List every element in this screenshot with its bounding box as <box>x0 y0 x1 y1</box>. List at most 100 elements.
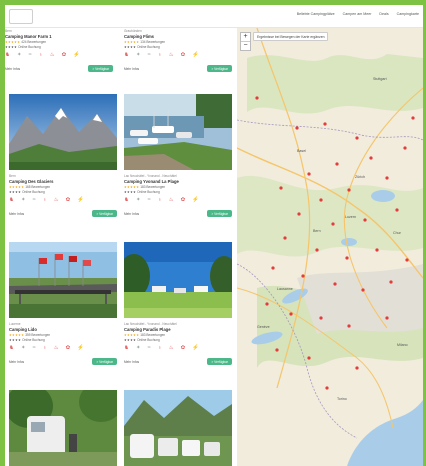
campsite-photo[interactable] <box>9 94 117 170</box>
pet-icon: ♞ <box>9 345 14 351</box>
electric-icon: ⚡ <box>192 52 200 58</box>
booking-label: Online Buchung <box>137 190 160 194</box>
restaurant-icon: ♨ <box>168 197 174 203</box>
pool-icon: ≈ <box>147 197 151 203</box>
more-info-link[interactable]: Mehr Infos <box>9 212 24 216</box>
rating-count: 165 Bewertungen <box>25 185 51 189</box>
campsite-map[interactable]: Stuttgart Zürich Basel Bern Lausanne Gen… <box>237 28 423 466</box>
booking-stars-icon: ★★★★ <box>5 45 18 49</box>
city-label-basel: Basel <box>297 149 306 153</box>
rating-count: 359 Bewertungen <box>25 333 51 337</box>
more-info-link[interactable]: Mehr Infos <box>124 212 139 216</box>
electric-icon: ⚡ <box>73 52 81 58</box>
electric-icon: ⚡ <box>77 197 85 203</box>
availability-button[interactable]: > Verfügbar <box>92 358 117 365</box>
nav-item-deals[interactable]: Deals <box>379 12 388 16</box>
nav-item-popular[interactable]: Beliebte Campingplätze <box>297 12 335 16</box>
shop-icon: ♁ <box>42 345 47 351</box>
campsite-card[interactable] <box>9 390 117 466</box>
campsite-card[interactable]: Lucerne Camping Lido ★★★★★ 359 Bewertung… <box>9 242 117 365</box>
city-label-geneve: Genève <box>257 325 270 329</box>
rating-count: 134 Bewertungen <box>140 40 166 44</box>
more-info-link[interactable]: Mehr Infos <box>9 360 24 364</box>
booking-label: Online Buchung <box>22 190 45 194</box>
availability-button[interactable]: > Verfügbar <box>207 210 232 217</box>
rating-count: 424 Bewertungen <box>21 40 47 44</box>
zoom-in-button[interactable]: + <box>241 33 250 41</box>
pet-icon: ♞ <box>5 52 10 58</box>
card-booking: ★★★★ Online Buchung <box>9 190 117 195</box>
amenity-icons: ♞ ✦ ≈ ♁ ♨ ✿ ⚡ <box>5 52 113 61</box>
card-booking: ★★★★ Online Buchung <box>9 338 117 343</box>
campsite-photo[interactable] <box>9 242 117 318</box>
electric-icon: ⚡ <box>77 345 85 351</box>
shop-icon: ♁ <box>38 52 43 58</box>
map-canvas: Stuttgart Zürich Basel Bern Lausanne Gen… <box>237 28 423 466</box>
restaurant-icon: ♨ <box>53 345 59 351</box>
more-info-link[interactable]: Mehr Infos <box>124 67 139 71</box>
zoom-controls: + − <box>240 32 251 51</box>
nav-item-sea[interactable]: Campen am Meer <box>343 12 372 16</box>
card-booking: ★★★★ Online Buchung <box>124 45 232 50</box>
amenity-icons: ♞ ✦ ≈ ♁ ♨ ✿ ⚡ <box>124 52 232 61</box>
wifi-icon: ✦ <box>20 197 26 203</box>
pool-icon: ≈ <box>32 197 36 203</box>
booking-label: Online Buchung <box>137 338 160 342</box>
electric-icon: ⚡ <box>192 345 200 351</box>
availability-button[interactable]: > Verfügbar <box>207 358 232 365</box>
zoom-out-button[interactable]: − <box>241 41 250 50</box>
availability-button[interactable]: > Verfügbar <box>92 210 117 217</box>
card-booking: ★★★★ Online Buchung <box>124 338 232 343</box>
rating-stars-icon: ★★★★★ <box>5 40 21 44</box>
card-booking: ★★★★ Online Buchung <box>124 190 232 195</box>
playground-icon: ✿ <box>180 345 186 351</box>
campsite-card[interactable] <box>124 390 232 466</box>
flags-entrance-photo <box>9 242 117 318</box>
marina-photo <box>124 94 232 170</box>
wifi-icon: ✦ <box>135 197 141 203</box>
booking-stars-icon: ★★★★ <box>124 338 137 342</box>
playground-icon: ✿ <box>65 197 71 203</box>
motorhome-photo <box>9 390 117 466</box>
nav-item-map[interactable]: Campingkarte <box>397 12 419 16</box>
restaurant-icon: ♨ <box>168 52 174 58</box>
booking-label: Online Buchung <box>22 338 45 342</box>
map-move-search-toggle[interactable]: Ergebnisse bei Bewegen der Karte ergänze… <box>253 32 329 41</box>
pool-icon: ≈ <box>147 345 151 351</box>
campsite-photo[interactable] <box>124 390 232 466</box>
campsite-photo[interactable] <box>9 390 117 466</box>
campsite-photo[interactable] <box>124 94 232 170</box>
amenity-icons: ♞ ✦ ≈ ♁ ♨ ✿ ⚡ <box>124 345 232 354</box>
availability-button[interactable]: > Verfügbar <box>88 65 113 72</box>
city-label-milano: Milano <box>397 343 408 347</box>
campsite-card[interactable]: Bern Camping Manor Farm 1 ★★★★★ 424 Bewe… <box>5 28 113 72</box>
rating-stars-icon: ★★★★★ <box>124 185 140 189</box>
campsite-card[interactable]: Lac Neuchâtel - Yvonand - Neuchâtel Camp… <box>124 94 232 217</box>
restaurant-icon: ♨ <box>49 52 55 58</box>
booking-stars-icon: ★★★★ <box>124 45 137 49</box>
mountain-photo <box>9 94 117 170</box>
playground-icon: ✿ <box>61 52 67 58</box>
more-info-link[interactable]: Mehr Infos <box>5 67 20 71</box>
pool-icon: ≈ <box>147 52 151 58</box>
amenity-icons: ♞ ✦ ≈ ♁ ♨ ✿ ⚡ <box>124 197 232 206</box>
pool-icon: ≈ <box>32 345 36 351</box>
campsite-card[interactable]: Graubünden Camping Flims ★★★★★ 134 Bewer… <box>124 28 232 72</box>
campsite-photo[interactable] <box>124 242 232 318</box>
pet-icon: ♞ <box>124 197 129 203</box>
amenity-icons: ♞ ✦ ≈ ♁ ♨ ✿ ⚡ <box>9 345 117 354</box>
city-label-chur: Chur <box>393 231 402 235</box>
availability-button[interactable]: > Verfügbar <box>207 65 232 72</box>
campsite-card[interactable]: Bern Camping Des Glaciers ★★★★★ 165 Bewe… <box>9 94 117 217</box>
restaurant-icon: ♨ <box>53 197 59 203</box>
pet-icon: ♞ <box>9 197 14 203</box>
main-nav: Beliebte Campingplätze Campen am Meer De… <box>297 12 419 16</box>
pet-icon: ♞ <box>124 345 129 351</box>
restaurant-icon: ♨ <box>168 345 174 351</box>
search-input[interactable] <box>9 9 33 24</box>
more-info-link[interactable]: Mehr Infos <box>124 360 139 364</box>
pet-icon: ♞ <box>124 52 129 58</box>
campsite-card[interactable]: Lac Neuchâtel - Yvonand - Neuchâtel Camp… <box>124 242 232 365</box>
lake-motorhomes-photo <box>124 390 232 466</box>
playground-icon: ✿ <box>65 345 71 351</box>
